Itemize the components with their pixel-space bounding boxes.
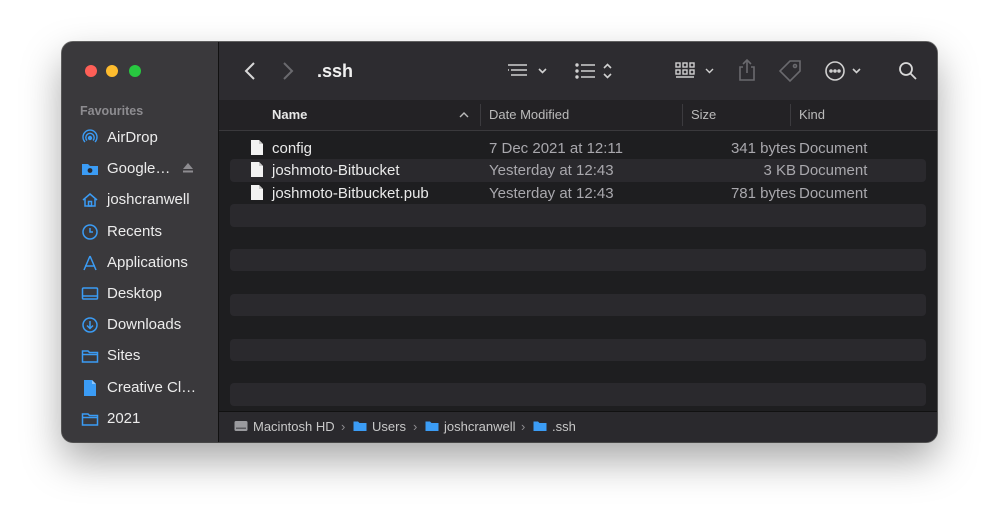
empty-row: [230, 227, 926, 249]
applications-icon: [83, 255, 97, 271]
folder-icon: [533, 421, 547, 431]
column-size[interactable]: Size: [691, 107, 716, 122]
file-size: 781 bytes: [730, 184, 796, 202]
file-date: 7 Dec 2021 at 12:11: [489, 140, 623, 157]
clock-icon: [82, 223, 98, 240]
minimize-button[interactable]: [106, 65, 118, 77]
sidebar-item-2021[interactable]: 2021: [62, 403, 218, 434]
finder-window: Favourites AirDrop Google… joshcranwell …: [62, 42, 937, 442]
column-header: Name Date Modified Size Kind: [219, 100, 937, 131]
empty-row: [230, 248, 926, 272]
sidebar-item-creative-cloud[interactable]: Creative Cl…: [62, 372, 218, 403]
downloads-icon: [82, 317, 98, 333]
column-separator[interactable]: [790, 104, 791, 126]
eject-icon[interactable]: [182, 162, 194, 174]
search-icon[interactable]: [898, 61, 918, 81]
list-view-icon[interactable]: [575, 60, 615, 82]
desktop-icon: [81, 287, 99, 300]
sidebar: Favourites AirDrop Google… joshcranwell …: [62, 42, 219, 442]
sidebar-item-sites[interactable]: Sites: [62, 340, 218, 371]
sidebar-item-home[interactable]: joshcranwell: [62, 184, 218, 215]
home-folder-icon: [425, 421, 439, 431]
sidebar-item-recents[interactable]: Recents: [62, 216, 218, 247]
empty-row: [230, 338, 926, 361]
sidebar-item-downloads[interactable]: Downloads: [62, 309, 218, 340]
file-kind: Document: [799, 162, 868, 180]
sidebar-item-label: Google…: [107, 160, 171, 178]
file-date: Yesterday at 12:43: [489, 184, 614, 202]
sidebar-item-label: Sites: [107, 347, 141, 365]
empty-row: [230, 271, 926, 293]
sidebar-item-google[interactable]: Google…: [62, 153, 218, 184]
toolbar: .ssh: [219, 42, 937, 101]
path-bar: Macintosh HD › Users › joshcranwell › .s…: [219, 411, 937, 442]
file-date: Yesterday at 12:43: [489, 162, 614, 180]
file-size: 3 KB: [763, 162, 796, 180]
column-separator[interactable]: [682, 104, 683, 126]
hard-drive-icon: [234, 421, 248, 431]
column-separator[interactable]: [480, 104, 481, 126]
folder-icon: [81, 350, 99, 364]
sidebar-item-label: Desktop: [107, 284, 163, 302]
file-list: config 7 Dec 2021 at 12:11 341 bytes Doc…: [230, 137, 926, 442]
airdrop-icon: [82, 129, 98, 143]
file-name: joshmoto-Bitbucket.pub: [272, 184, 429, 202]
sidebar-item-label: Downloads: [107, 316, 182, 334]
folder-icon: [82, 164, 98, 176]
file-row[interactable]: joshmoto-Bitbucket.pub Yesterday at 12:4…: [230, 182, 926, 204]
sidebar-list: AirDrop Google… joshcranwell Recents App…: [62, 122, 218, 434]
chevron-right-icon: ›: [341, 419, 346, 434]
file-name: config: [272, 140, 313, 157]
back-icon[interactable]: [244, 61, 256, 81]
empty-row: [230, 316, 926, 338]
column-name[interactable]: Name: [272, 107, 307, 122]
column-date-modified[interactable]: Date Modified: [489, 107, 569, 122]
forward-icon[interactable]: [282, 61, 294, 81]
sort-ascending-icon[interactable]: [459, 111, 469, 119]
file-size: 341 bytes: [730, 140, 796, 157]
file-row[interactable]: joshmoto-Bitbucket Yesterday at 12:43 3 …: [230, 159, 926, 182]
file-name: joshmoto-Bitbucket: [272, 162, 400, 180]
empty-row: [230, 361, 926, 383]
sidebar-item-label: Recents: [107, 222, 163, 240]
close-button[interactable]: [85, 65, 97, 77]
document-icon: [251, 162, 263, 178]
file-row[interactable]: config 7 Dec 2021 at 12:11 341 bytes Doc…: [230, 137, 926, 159]
column-kind[interactable]: Kind: [799, 107, 825, 122]
empty-row: [230, 383, 926, 406]
file-kind: Document: [799, 140, 868, 157]
document-icon: [84, 379, 96, 396]
chevron-right-icon: ›: [521, 419, 526, 434]
home-icon: [82, 193, 98, 208]
document-icon: [251, 184, 263, 200]
zoom-button[interactable]: [129, 65, 141, 77]
sidebar-item-label: Creative Cl…: [107, 378, 197, 396]
file-kind: Document: [799, 184, 868, 202]
sidebar-item-label: 2021: [107, 409, 141, 427]
folder-icon: [353, 421, 367, 431]
window-title: .ssh: [317, 61, 354, 81]
sidebar-item-desktop[interactable]: Desktop: [62, 278, 218, 309]
sidebar-item-label: AirDrop: [107, 129, 158, 146]
empty-row: [230, 204, 926, 227]
sidebar-item-label: Applications: [107, 253, 188, 271]
document-icon: [251, 140, 263, 155]
path-item[interactable]: Macintosh HD: [253, 419, 335, 434]
folder-icon: [81, 412, 99, 426]
sidebar-item-applications[interactable]: Applications: [62, 247, 218, 278]
chevron-right-icon: ›: [413, 419, 418, 434]
sidebar-item-label: joshcranwell: [107, 191, 190, 209]
group-icon[interactable]: [675, 61, 717, 81]
more-actions-icon[interactable]: [824, 60, 864, 82]
sidebar-section-label: Favourites: [80, 104, 144, 118]
tag-icon[interactable]: [778, 59, 802, 83]
path-item[interactable]: .ssh: [552, 419, 576, 434]
main-pane: .ssh Name Date Modified Size Kind config…: [219, 42, 937, 442]
path-item[interactable]: Users: [372, 419, 406, 434]
empty-row: [230, 293, 926, 317]
share-icon[interactable]: [737, 58, 757, 82]
sidebar-item-airdrop[interactable]: AirDrop: [62, 122, 218, 153]
path-item[interactable]: joshcranwell: [444, 419, 516, 434]
view-options-icon[interactable]: [507, 62, 547, 80]
